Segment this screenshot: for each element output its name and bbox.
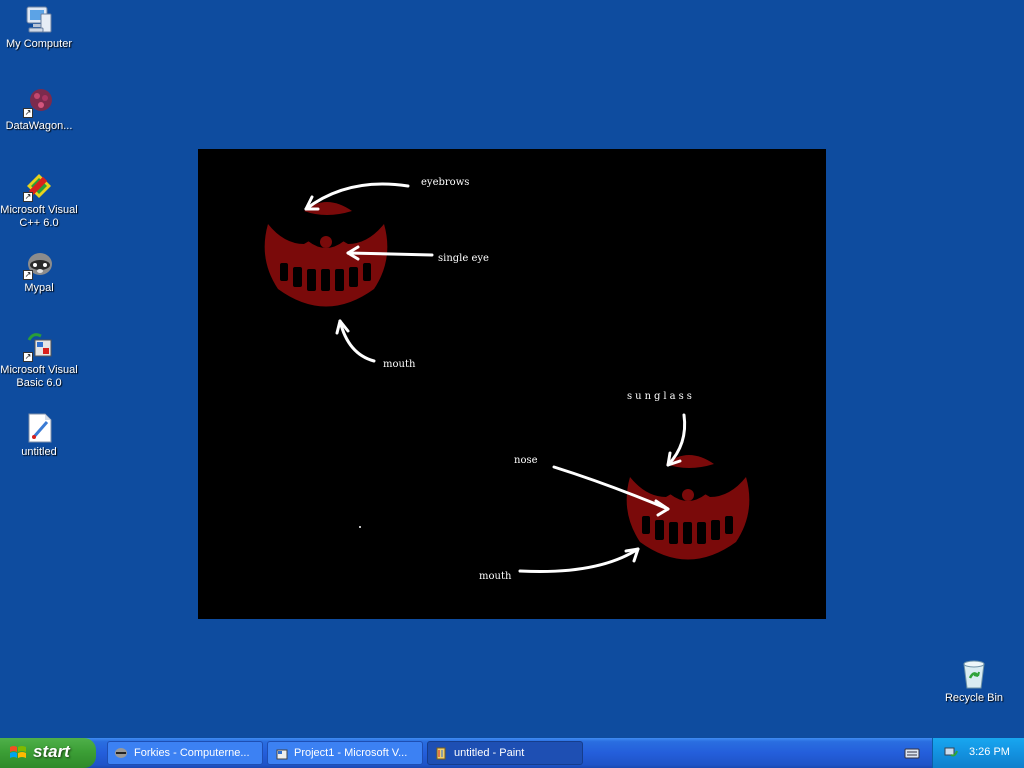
desktop-icon-label: Microsoft Visual C++ 6.0: [0, 204, 78, 229]
annotation-nose: nose: [514, 455, 538, 466]
desktop-icon-visual-basic[interactable]: ↗ Microsoft Visual Basic 6.0: [0, 330, 78, 390]
desktop-icon-label: Mypal: [24, 282, 54, 294]
annotation-mouth-top: mouth: [383, 359, 416, 370]
system-tray: 3:26 PM: [932, 738, 1024, 768]
start-label: start: [33, 742, 70, 761]
desktop-icon-visual-cpp[interactable]: ↗ Microsoft Visual C++ 6.0: [0, 170, 78, 230]
computer-icon: [23, 4, 55, 36]
raccoon-icon: [114, 746, 128, 760]
taskbar: start Forkies - Computerne... Project1 -…: [0, 738, 1024, 768]
shortcut-arrow-icon: ↗: [23, 352, 33, 362]
desktop-icon-datawagon[interactable]: ↗ DataWagon...: [0, 86, 78, 133]
annotation-eyebrows: eyebrows: [421, 177, 470, 188]
visual-cpp-icon: ↗: [23, 170, 55, 202]
desktop-icon-label: Microsoft Visual Basic 6.0: [0, 364, 78, 389]
desktop-icon-label: DataWagon...: [5, 120, 73, 132]
desktop-icon-label: Recycle Bin: [944, 692, 1004, 704]
desktop: My Computer ↗ DataWagon... ↗ Microsoft V…: [0, 0, 1024, 738]
desktop-icon-recycle-bin[interactable]: Recycle Bin: [935, 658, 1013, 705]
taskbar-button-paint[interactable]: untitled - Paint: [427, 741, 583, 765]
clock[interactable]: 3:26 PM: [969, 746, 1010, 758]
mypal-raccoon-icon: ↗: [23, 248, 55, 280]
demon-face-bottom: [626, 455, 750, 560]
paint-icon: [434, 746, 448, 760]
desktop-icon-untitled[interactable]: untitled: [0, 412, 78, 459]
wallpaper-image: eyebrows single eye mouth sunglass nose …: [198, 149, 826, 619]
desktop-icon-label: untitled: [21, 446, 57, 458]
desktop-icon-my-computer[interactable]: My Computer: [0, 4, 78, 51]
desktop-icon-mypal[interactable]: ↗ Mypal: [0, 248, 78, 295]
shortcut-arrow-icon: ↗: [23, 108, 33, 118]
shortcut-arrow-icon: ↗: [23, 192, 33, 202]
network-icon[interactable]: [943, 745, 959, 761]
annotation-sunglass: sunglass: [627, 391, 695, 402]
taskbar-button-label: Project1 - Microsoft V...: [294, 747, 408, 759]
windows-flag-icon: [9, 745, 27, 761]
face-drawings: [264, 182, 750, 573]
visual-basic-icon: ↗: [23, 330, 55, 362]
stray-pixel: [359, 526, 361, 528]
taskbar-button-label: untitled - Paint: [454, 747, 525, 759]
taskbar-button-project1[interactable]: Project1 - Microsoft V...: [267, 741, 423, 765]
annotation-mouth-bottom: mouth: [479, 571, 512, 582]
vb-project-icon: [274, 746, 288, 760]
recycle-bin-icon: [958, 658, 990, 690]
datawagon-icon: ↗: [23, 86, 55, 118]
annotation-single-eye: single eye: [438, 253, 489, 264]
paint-file-icon: [23, 412, 55, 444]
desktop-icon-label: My Computer: [5, 38, 73, 50]
taskbar-button-forkies[interactable]: Forkies - Computerne...: [107, 741, 263, 765]
taskbar-button-label: Forkies - Computerne...: [134, 747, 250, 759]
keyboard-icon[interactable]: [904, 746, 920, 760]
start-button[interactable]: start: [0, 738, 96, 768]
shortcut-arrow-icon: ↗: [23, 270, 33, 280]
